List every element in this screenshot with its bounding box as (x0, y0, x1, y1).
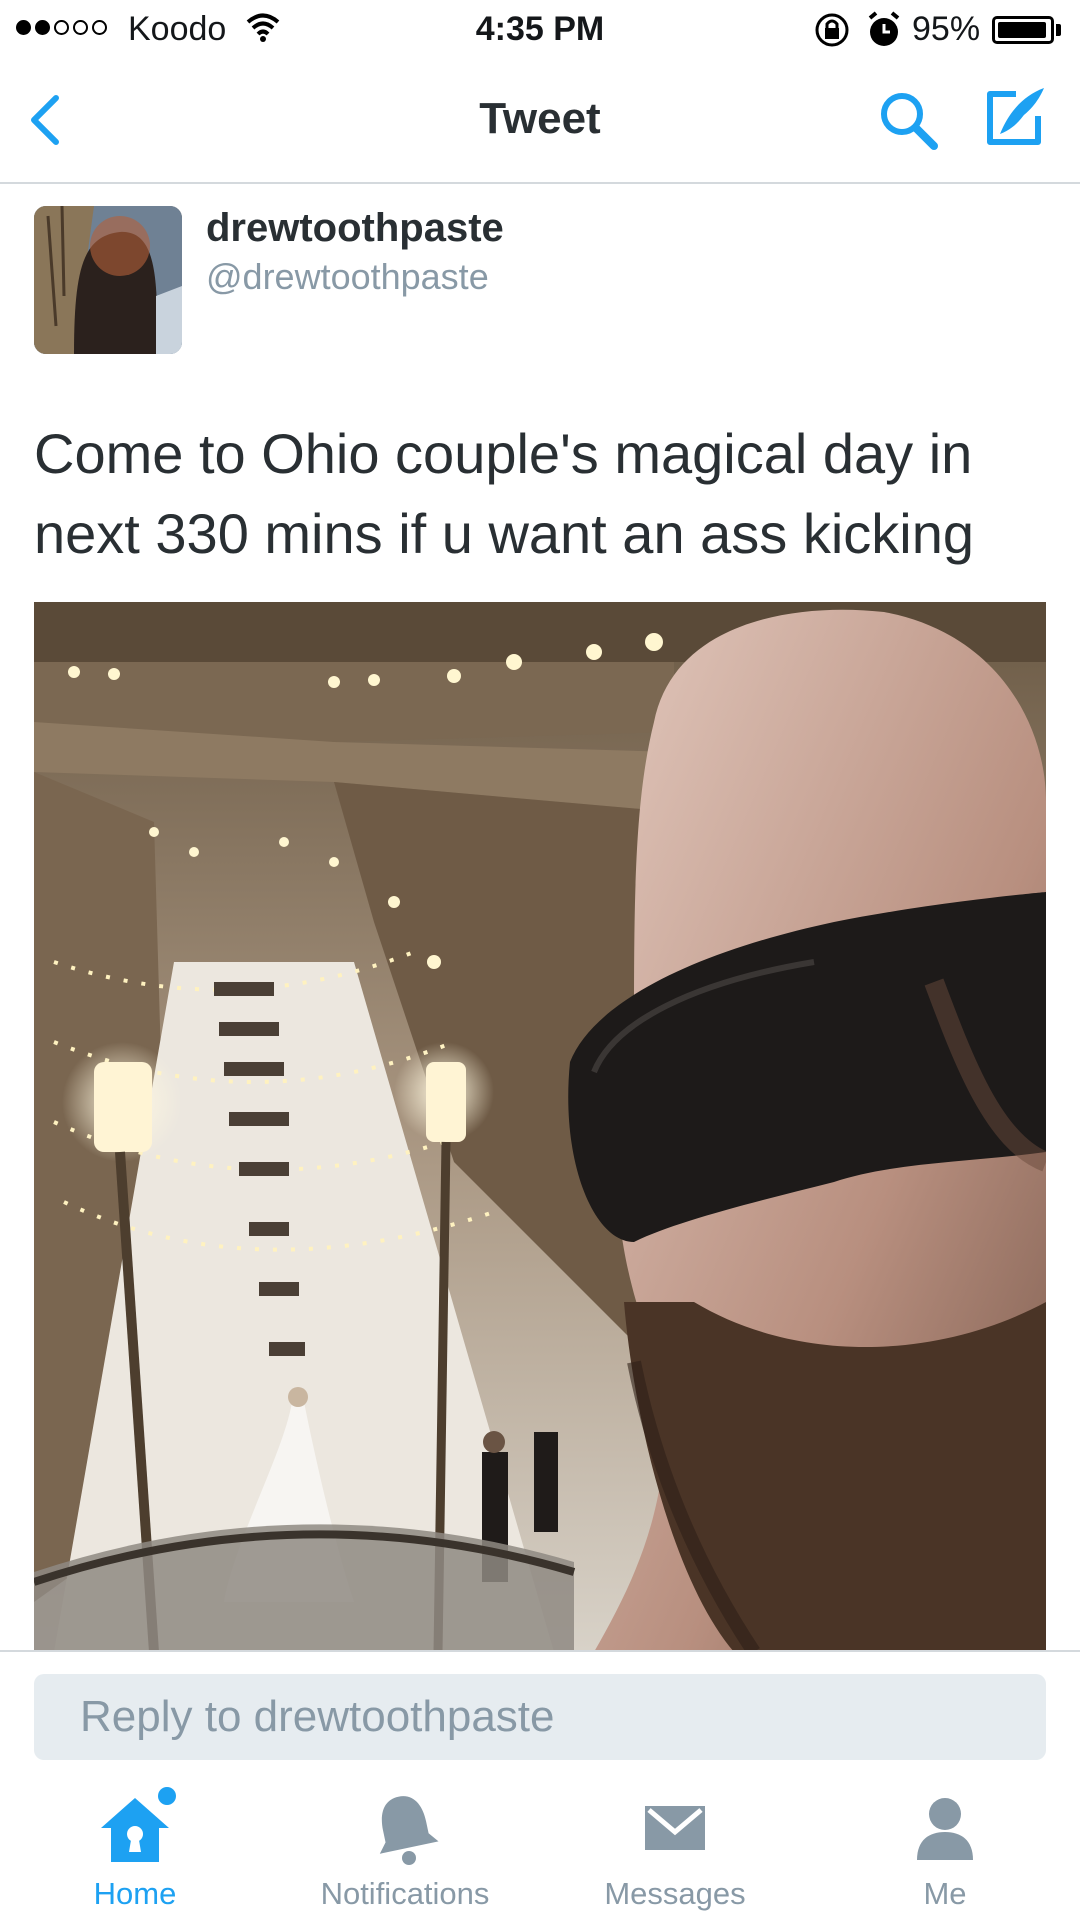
status-bar: Koodo 4:35 PM 95% (0, 0, 1080, 60)
battery-level-fill (998, 22, 1046, 38)
tab-label: Notifications (320, 1876, 490, 1911)
compose-tweet-button[interactable] (982, 84, 1048, 150)
avatar[interactable] (34, 206, 182, 354)
tweet-text: Come to Ohio couple's magical day in nex… (34, 422, 975, 565)
reply-input[interactable] (34, 1674, 1046, 1760)
tab-home[interactable]: Home (0, 1776, 270, 1920)
tab-label: Me (923, 1876, 967, 1911)
avatar-photo (34, 206, 182, 354)
battery-icon (992, 16, 1054, 44)
display-name[interactable]: drewtoothpaste (206, 206, 504, 251)
tab-label: Messages (604, 1876, 746, 1911)
tweet-photo[interactable] (34, 602, 1046, 1652)
tab-bar: Home Notifications Messages Me (0, 1776, 1080, 1920)
search-button[interactable] (876, 88, 940, 152)
tab-messages[interactable]: Messages (540, 1776, 810, 1920)
rotation-lock-icon (812, 10, 852, 59)
tab-me[interactable]: Me (810, 1776, 1080, 1920)
user-handle[interactable]: @drewtoothpaste (206, 256, 489, 298)
person-icon (917, 1798, 973, 1860)
tab-label: Home (93, 1876, 177, 1911)
tweet-photo-image (34, 602, 1046, 1652)
bell-icon (379, 1796, 439, 1865)
battery-percentage: 95% (912, 10, 981, 48)
search-icon (881, 93, 938, 150)
nav-bar: Tweet (0, 60, 1080, 184)
compose-quill-icon (987, 88, 1044, 145)
envelope-icon (645, 1806, 705, 1850)
home-icon (101, 1787, 176, 1862)
tab-notifications[interactable]: Notifications (270, 1776, 540, 1920)
battery-tip (1056, 24, 1061, 36)
reply-divider (0, 1650, 1080, 1652)
alarm-icon (866, 10, 902, 59)
